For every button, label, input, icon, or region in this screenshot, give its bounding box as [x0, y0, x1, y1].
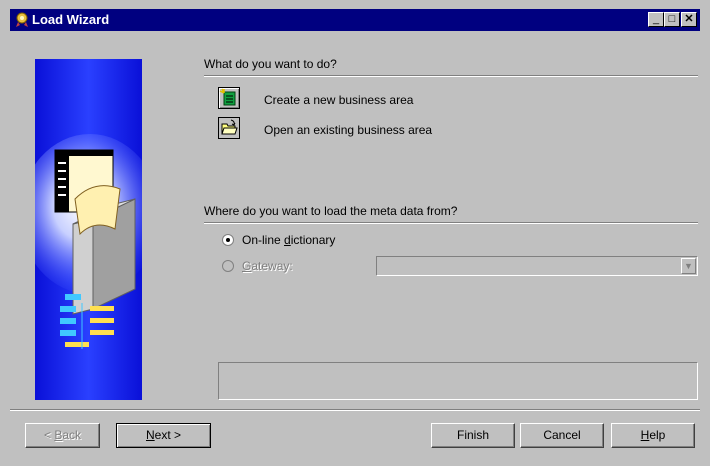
button-bar-divider — [10, 409, 700, 411]
wizard-illustration — [35, 59, 142, 400]
open-folder-icon — [221, 119, 238, 135]
new-business-area-icon — [219, 88, 236, 106]
online-dictionary-radio[interactable] — [222, 234, 234, 246]
minimize-button[interactable]: _ — [648, 12, 664, 27]
window-title: Load Wizard — [32, 12, 110, 27]
gateway-radio[interactable] — [222, 260, 234, 272]
gateway-select[interactable]: ▼ — [376, 256, 698, 276]
question-what-to-do: What do you want to do? — [204, 57, 337, 71]
close-button[interactable]: ✕ — [681, 12, 697, 27]
gateway-label[interactable]: Gateway: — [242, 259, 293, 273]
illustration-graphic — [35, 59, 142, 400]
divider — [204, 222, 698, 224]
open-existing-business-area-label[interactable]: Open an existing business area — [264, 123, 432, 137]
divider — [204, 75, 698, 77]
load-wizard-window: Load Wizard _ □ ✕ What do you want to do… — [0, 0, 710, 466]
radio-dot-icon — [226, 238, 230, 242]
next-button[interactable]: Next > — [116, 423, 211, 448]
wizard-body: What do you want to do? Create a new bus… — [10, 31, 700, 459]
question-load-source: Where do you want to load the meta data … — [204, 204, 458, 218]
back-button[interactable]: < Back — [25, 423, 100, 448]
online-dictionary-label[interactable]: On-line dictionary — [242, 233, 335, 247]
title-bar[interactable]: Load Wizard _ □ ✕ — [10, 9, 700, 31]
maximize-button[interactable]: □ — [664, 12, 680, 27]
message-area — [218, 362, 698, 400]
cancel-button[interactable]: Cancel — [520, 423, 604, 448]
help-button[interactable]: Help — [611, 423, 695, 448]
chevron-down-icon[interactable]: ▼ — [681, 258, 696, 274]
wizard-app-icon — [16, 12, 28, 27]
create-new-business-area-label[interactable]: Create a new business area — [264, 93, 413, 107]
open-existing-business-area-button[interactable] — [218, 117, 240, 139]
create-new-business-area-button[interactable] — [218, 87, 240, 109]
finish-button[interactable]: Finish — [431, 423, 515, 448]
